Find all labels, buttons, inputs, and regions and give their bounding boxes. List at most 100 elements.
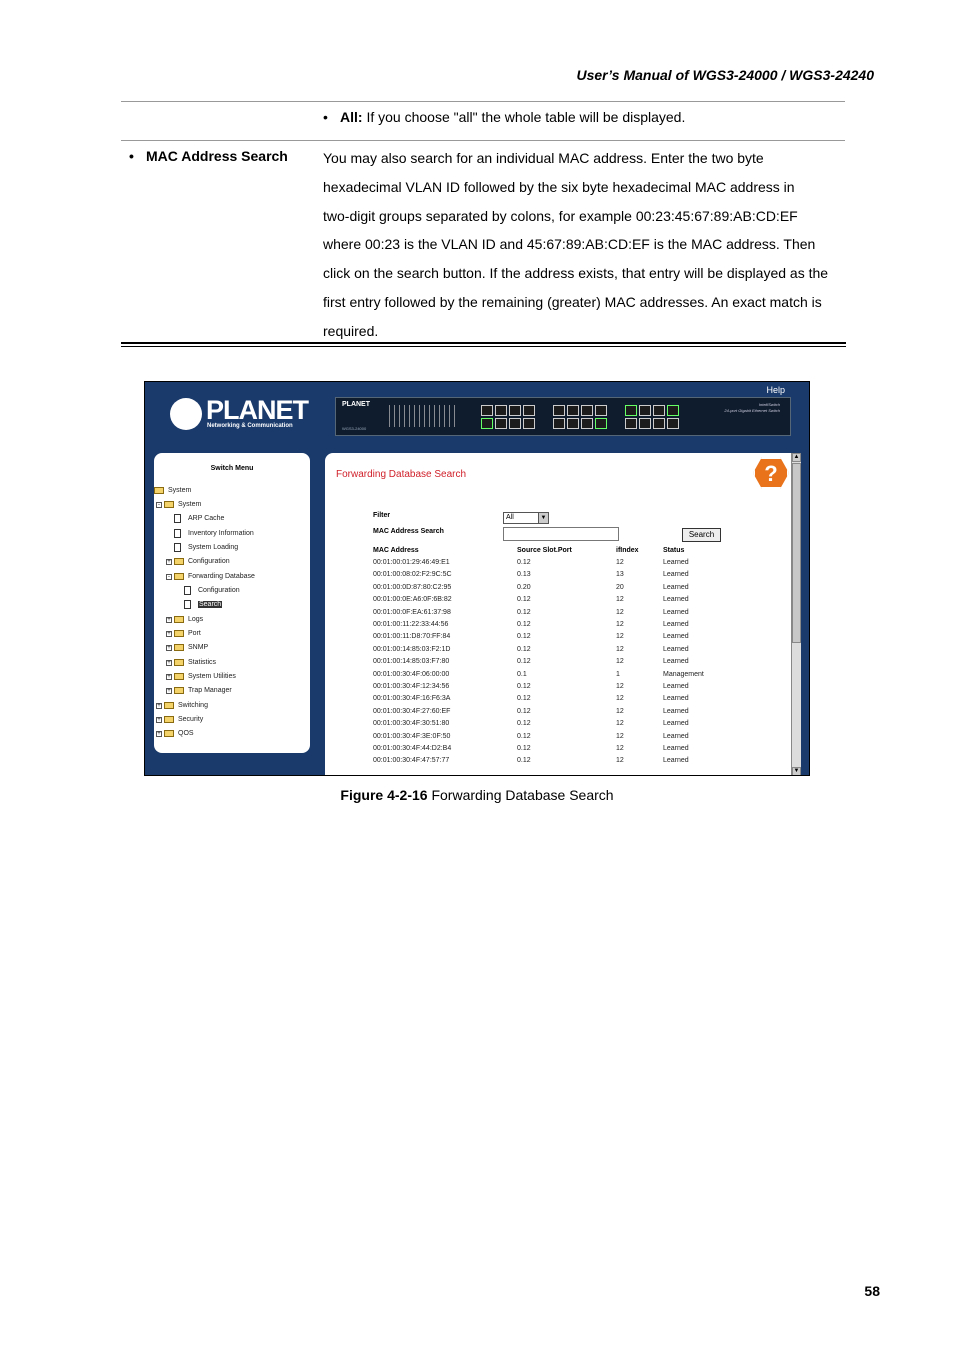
cell-mac: 00:01:00:30:4F:06:00:00 — [373, 670, 450, 678]
tree-item-port[interactable]: + Port — [166, 628, 201, 639]
cell-ifindex: 12 — [616, 757, 624, 765]
mac-search-input[interactable] — [503, 527, 619, 541]
tree-label: ARP Cache — [188, 515, 225, 522]
cell-mac: 00:01:00:30:4F:30:51:80 — [373, 720, 450, 728]
port-icon[interactable] — [653, 405, 665, 416]
cell-slot-port: 0.12 — [517, 683, 531, 690]
expand-icon[interactable]: + — [166, 673, 172, 680]
scroll-down-icon[interactable]: ▼ — [792, 767, 801, 775]
expand-icon[interactable]: + — [166, 659, 172, 666]
port-icon[interactable] — [567, 405, 579, 416]
cell-ifindex: 12 — [616, 621, 624, 628]
port-icon[interactable] — [581, 418, 593, 429]
desc-line: hexadecimal VLAN ID followed by the six … — [323, 178, 795, 195]
cell-mac: 00:01:00:30:4F:12:34:56 — [373, 683, 450, 690]
table-rule-top — [121, 101, 845, 102]
cell-mac: 00:01:00:11:22:33:44:56 — [373, 621, 449, 628]
port-icon[interactable] — [553, 405, 565, 416]
port-icon[interactable] — [653, 418, 665, 429]
tree-item-snmp[interactable]: + SNMP — [166, 642, 208, 653]
port-icon[interactable] — [625, 418, 637, 429]
collapse-icon[interactable]: - — [156, 501, 162, 508]
cell-mac: 00:01:00:0F:EA:61:37:98 — [373, 608, 451, 616]
cell-status: Management — [663, 670, 704, 678]
filter-label: Filter — [373, 512, 391, 519]
tree-item-security[interactable]: + Security — [156, 714, 203, 725]
port-icon[interactable] — [639, 405, 651, 416]
tree-item-system[interactable]: - System — [156, 499, 201, 510]
help-question-icon[interactable]: ? — [753, 457, 789, 489]
expand-icon[interactable]: + — [166, 558, 172, 565]
menu-title: Switch Menu — [210, 465, 254, 472]
scrollbar-thumb[interactable] — [792, 463, 801, 643]
tree-item-system-loading[interactable]: System Loading — [174, 542, 238, 553]
tree-item-arp-cache[interactable]: ARP Cache — [174, 513, 224, 524]
bullet: • — [323, 109, 328, 125]
mac-search-description: You may also search for an individual MA… — [323, 144, 843, 346]
column-header-ifindex: ifIndex — [616, 547, 639, 554]
port-icon[interactable] — [495, 405, 507, 416]
port-icon[interactable] — [595, 405, 607, 416]
tree-item-switching[interactable]: + Switching — [156, 700, 208, 711]
expand-icon[interactable]: + — [166, 644, 172, 651]
column-header-status: Status — [663, 547, 685, 554]
port-icon[interactable] — [667, 418, 679, 429]
expand-icon[interactable]: + — [166, 616, 172, 623]
cell-slot-port: 0.1 — [517, 670, 527, 678]
tree-item-statistics[interactable]: + Statistics — [166, 657, 216, 668]
port-icon[interactable] — [481, 405, 493, 416]
tree-item-logs[interactable]: + Logs — [166, 614, 203, 625]
port-icon[interactable] — [481, 418, 493, 429]
port-icon[interactable] — [639, 418, 651, 429]
expand-icon[interactable]: + — [156, 716, 162, 723]
expand-icon[interactable]: + — [166, 630, 172, 637]
port-icon[interactable] — [523, 418, 535, 429]
cell-ifindex: 12 — [616, 608, 624, 616]
cell-mac: 00:01:00:0E:A6:0F:6B:82 — [373, 596, 452, 604]
port-icon[interactable] — [567, 418, 579, 429]
folder-icon — [174, 687, 184, 694]
expand-icon[interactable]: + — [156, 730, 162, 737]
switch-desc-line: 24-port Gigabit Ethernet Switch — [724, 408, 780, 413]
help-link[interactable]: Help — [766, 385, 785, 395]
port-icon[interactable] — [667, 405, 679, 416]
tree-label: Forwarding Database — [188, 573, 255, 580]
search-button[interactable]: Search — [682, 528, 721, 542]
expand-icon[interactable]: + — [156, 702, 162, 709]
tree-item-fdb-configuration[interactable]: Configuration — [184, 585, 240, 596]
tree-label: System — [178, 501, 202, 508]
port-icon[interactable] — [509, 405, 521, 416]
tree-item-system-utilities[interactable]: + System Utilities — [166, 671, 236, 682]
cell-status: Learned — [663, 633, 689, 641]
port-icon[interactable] — [523, 405, 535, 416]
all-text: If you choose "all" the whole table will… — [366, 109, 686, 125]
tree-item-configuration[interactable]: + Configuration — [166, 556, 230, 567]
tree-item-system-root[interactable]: System — [154, 485, 191, 496]
cell-ifindex: 12 — [616, 695, 624, 703]
port-icon[interactable] — [595, 418, 607, 429]
tree-label: Inventory Information — [188, 530, 254, 537]
switch-menu: Switch Menu System - System ARP Cache Inv… — [154, 453, 310, 753]
scroll-up-icon[interactable]: ▲ — [792, 453, 801, 462]
expand-icon[interactable]: + — [166, 687, 172, 694]
cell-mac: 00:01:00:30:4F:27:60:EF — [373, 707, 451, 715]
filter-select[interactable]: All ▼ — [503, 512, 549, 524]
cell-slot-port: 0.12 — [517, 633, 531, 641]
vertical-scrollbar[interactable]: ▲ ▼ — [791, 453, 801, 775]
tree-label: QOS — [178, 730, 194, 737]
tree-item-qos[interactable]: + QOS — [156, 728, 194, 739]
port-icon[interactable] — [581, 405, 593, 416]
tree-item-forwarding-database[interactable]: - Forwarding Database — [166, 571, 255, 582]
tree-item-inventory[interactable]: Inventory Information — [174, 528, 254, 539]
port-icon[interactable] — [625, 405, 637, 416]
port-icon[interactable] — [553, 418, 565, 429]
table-rule-bottom-thin — [121, 346, 846, 347]
port-icon[interactable] — [495, 418, 507, 429]
collapse-icon[interactable]: - — [166, 573, 172, 580]
port-icon[interactable] — [509, 418, 521, 429]
cell-status: Learned — [663, 645, 689, 653]
cell-slot-port: 0.12 — [517, 645, 531, 653]
tree-item-fdb-search[interactable]: Search — [184, 599, 223, 610]
page-icon — [174, 514, 181, 523]
tree-item-trap-manager[interactable]: + Trap Manager — [166, 685, 232, 696]
